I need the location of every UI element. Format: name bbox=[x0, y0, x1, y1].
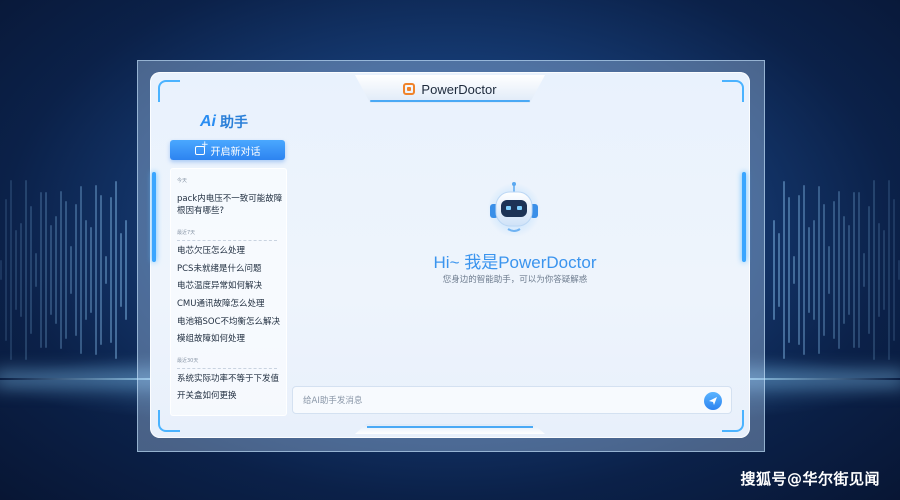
history-item[interactable]: 系统实际功率不等于下发值 bbox=[177, 373, 283, 385]
history-divider bbox=[177, 240, 277, 242]
background-bar bbox=[853, 192, 855, 348]
background-bar bbox=[65, 200, 67, 340]
background-bar bbox=[120, 233, 122, 307]
background-bar bbox=[40, 192, 42, 348]
background-bars-left bbox=[0, 150, 130, 390]
background-bars-right bbox=[770, 150, 900, 390]
app-title: PowerDoctor bbox=[421, 81, 497, 97]
frame-side-accent bbox=[742, 172, 746, 262]
background-bar bbox=[838, 191, 840, 349]
history-item[interactable]: CMU通讯故障怎么处理 bbox=[177, 298, 283, 310]
background-bar bbox=[858, 192, 860, 348]
background-bar bbox=[813, 220, 815, 320]
history-section-label: 今天 bbox=[177, 178, 188, 184]
background-bar bbox=[823, 203, 825, 337]
watermark-text: 搜狐号@华尔街见闻 bbox=[740, 470, 880, 488]
background-bar bbox=[115, 180, 117, 360]
background-bar bbox=[893, 199, 895, 341]
frame-corner bbox=[722, 80, 744, 102]
background-bar bbox=[848, 225, 850, 315]
history-item[interactable]: 电芯温度异常如何解决 bbox=[177, 280, 283, 292]
background-bar bbox=[883, 230, 885, 310]
background-bar bbox=[70, 245, 72, 295]
bottom-tab-decoration bbox=[355, 424, 545, 434]
background-bar bbox=[85, 220, 87, 320]
message-input-container bbox=[292, 386, 732, 414]
frame-side-accent bbox=[152, 172, 156, 262]
background-bar bbox=[105, 256, 107, 284]
history-section-label: 最近30天 bbox=[177, 358, 199, 364]
history-item[interactable]: 电池箱SOC不均衡怎么解决 bbox=[177, 316, 283, 328]
background-bar bbox=[878, 223, 880, 317]
send-icon bbox=[709, 397, 717, 405]
background-bar bbox=[75, 203, 77, 337]
background-bar bbox=[80, 186, 82, 354]
background-bar bbox=[798, 195, 800, 345]
title-underline bbox=[370, 100, 530, 102]
greeting-title: Hi~ 我是PowerDoctor bbox=[433, 253, 597, 272]
background-bar bbox=[828, 245, 830, 295]
history-item[interactable]: pack内电压不一致可能故障根因有哪些? bbox=[177, 193, 283, 217]
background-bar bbox=[873, 179, 875, 361]
background-bar bbox=[20, 223, 22, 317]
background-bar bbox=[808, 226, 810, 314]
history-item[interactable]: 模组故障如何处理 bbox=[177, 333, 283, 345]
background-bar bbox=[25, 179, 27, 361]
power-doctor-logo-icon bbox=[403, 83, 416, 95]
history-divider bbox=[177, 368, 277, 370]
background-bar bbox=[50, 225, 52, 315]
background-bar bbox=[818, 186, 820, 354]
background-bar bbox=[110, 197, 112, 343]
background-bar bbox=[843, 215, 845, 325]
background-bar bbox=[45, 192, 47, 348]
background-bar bbox=[0, 260, 2, 280]
history-item[interactable]: PCS未就绪是什么问题 bbox=[177, 263, 283, 275]
background-bar bbox=[863, 252, 865, 288]
background-bar bbox=[793, 256, 795, 284]
background-bar bbox=[773, 219, 775, 321]
sidebar-title-label: 助手 bbox=[220, 115, 248, 131]
background-bar bbox=[100, 195, 102, 345]
background-bar bbox=[10, 179, 12, 361]
background-bar bbox=[95, 185, 97, 355]
background-bar bbox=[888, 179, 890, 361]
history-item[interactable]: 开关盒如何更换 bbox=[177, 390, 283, 402]
frame-corner bbox=[158, 80, 180, 102]
background-bar bbox=[15, 230, 17, 310]
background-bar bbox=[55, 215, 57, 325]
history-section-label: 最近7天 bbox=[177, 230, 196, 236]
send-button[interactable] bbox=[704, 392, 722, 410]
new-chat-button[interactable]: 开启新对话 bbox=[170, 140, 285, 160]
background-bar bbox=[868, 205, 870, 335]
background-bar bbox=[90, 226, 92, 314]
new-chat-icon bbox=[194, 140, 209, 155]
ai-logo-icon: Ai bbox=[200, 113, 216, 130]
greeting-subtitle: 您身边的智能助手，可以为你答疑解惑 bbox=[442, 275, 588, 285]
chat-history-list: 今天 pack内电压不一致可能故障根因有哪些? 最近7天 电芯欠压怎么处理 PC… bbox=[170, 168, 287, 416]
background-bar bbox=[5, 199, 7, 341]
message-input[interactable] bbox=[301, 392, 685, 410]
history-item[interactable]: 电芯欠压怎么处理 bbox=[177, 245, 283, 257]
background-bar bbox=[833, 200, 835, 340]
background-bar bbox=[35, 252, 37, 288]
robot-avatar-icon bbox=[487, 182, 541, 236]
background-bar bbox=[125, 219, 127, 321]
background-bar bbox=[803, 185, 805, 355]
background-bar bbox=[30, 205, 32, 335]
app-title-bar: PowerDoctor bbox=[355, 75, 545, 103]
background-bar bbox=[783, 180, 785, 360]
background-bar bbox=[60, 191, 62, 349]
background-bar bbox=[788, 197, 790, 343]
sidebar-title: Ai 助手 bbox=[200, 112, 248, 132]
new-chat-label: 开启新对话 bbox=[210, 146, 261, 158]
background-bar bbox=[778, 233, 780, 307]
